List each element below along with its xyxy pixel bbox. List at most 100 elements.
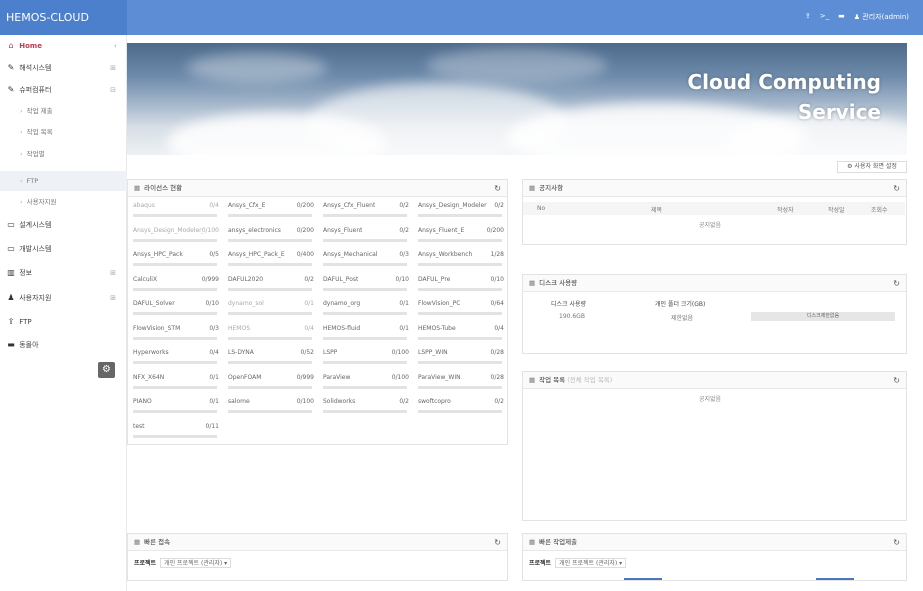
folder-icon[interactable]: ▬ bbox=[838, 12, 845, 22]
upload-icon[interactable]: ⇪ bbox=[805, 12, 811, 22]
sidebar-subitem-job-submit[interactable]: › 작업 제출 bbox=[0, 101, 127, 121]
panel-title: 디스크 사용량 bbox=[539, 279, 578, 287]
monitor-icon: ▭ bbox=[7, 220, 15, 229]
license-usage-bar bbox=[418, 238, 502, 242]
license-count: 0/100 bbox=[201, 226, 219, 234]
gear-icon: ⚙ bbox=[102, 364, 111, 375]
sidebar-item-supercomputer[interactable]: ✎ 슈퍼컴퓨터 ⊟ bbox=[0, 79, 127, 101]
project-label: 프로젝트 bbox=[529, 560, 552, 567]
license-item: FlowVision_PC 0/64 bbox=[418, 300, 506, 320]
sidebar-subitem-job-type[interactable]: › 작업별 bbox=[0, 144, 127, 164]
license-item: LSPP 0/100 bbox=[323, 349, 411, 369]
sidebar-item-home[interactable]: ⌂ Home bbox=[0, 35, 127, 57]
user-icon: ♟ bbox=[853, 13, 861, 21]
license-name: dynamo_sol bbox=[228, 300, 264, 307]
edit-icon: ✎ bbox=[7, 85, 15, 94]
user-label: 관리자(admin) bbox=[862, 13, 909, 21]
license-item: Ansys_Design_Modeler 0/2 bbox=[418, 202, 506, 222]
license-name: DAFUL_Post bbox=[323, 275, 359, 283]
refresh-icon[interactable]: ↻ bbox=[893, 275, 900, 292]
license-name: Ansys_HPC_Pack_E bbox=[228, 251, 285, 258]
license-count: 0/1 bbox=[209, 373, 219, 381]
license-count: 0/28 bbox=[490, 349, 504, 356]
disk-panel: ▦ 디스크 사용량 ↻ 디스크 사용량 개인 폴더 크기(GB) 190.6GB 제… bbox=[522, 274, 907, 354]
home-icon: ⌂ bbox=[8, 41, 14, 50]
license-name: DAFUL_Solver bbox=[133, 300, 175, 307]
user-menu[interactable]: ♟ 관리자(admin) bbox=[854, 12, 909, 22]
license-usage-bar bbox=[323, 410, 407, 413]
sidebar-item-design[interactable]: ▭ 설계시스템 bbox=[0, 214, 127, 236]
license-name: Ansys_Cfx_Fluent bbox=[323, 202, 376, 209]
sidebar-item-info[interactable]: ▥ 정보 ⊞ bbox=[0, 262, 127, 284]
brand-logo[interactable]: HEMOS-CLOUD bbox=[0, 0, 127, 35]
license-item: test 0/11 bbox=[133, 423, 221, 443]
license-count: 0/2 bbox=[399, 202, 409, 209]
license-count: 0/200 bbox=[296, 226, 314, 234]
sidebar-subitem-job-list[interactable]: › 작업 목록 bbox=[0, 122, 127, 142]
license-usage-bar bbox=[228, 336, 312, 340]
settings-gear-button[interactable]: ⚙ bbox=[98, 362, 115, 378]
sidebar-item-ftp[interactable]: ⇪ FTP bbox=[0, 311, 127, 333]
refresh-icon[interactable]: ↻ bbox=[494, 180, 501, 197]
upload-icon: ⇪ bbox=[7, 317, 15, 326]
license-name: LSPP_WIN bbox=[418, 349, 448, 356]
license-panel: ▦ 라이선스 현황 ↻ abaqus 0/4 Ansys_Cfx_E 0/200 Ansys… bbox=[127, 179, 508, 445]
license-count: 0/5 bbox=[209, 251, 219, 258]
license-item: DAFUL_Post 0/10 bbox=[323, 276, 411, 296]
license-usage-bar bbox=[228, 410, 312, 413]
sidebar-item-support[interactable]: ♟ 사용자지원 ⊞ bbox=[0, 287, 127, 309]
license-name: LS-DYNA bbox=[228, 349, 254, 356]
sidebar-item-dev[interactable]: ▭ 개발시스템 bbox=[0, 238, 127, 260]
license-name: Solidworks bbox=[323, 398, 356, 405]
terminal-icon[interactable]: >_ bbox=[820, 12, 829, 22]
folder-icon: ▬ bbox=[7, 340, 15, 349]
license-count: 0/100 bbox=[296, 398, 314, 405]
sidebar-subitem-user-support[interactable]: › 사용자지원 bbox=[0, 192, 127, 212]
license-count: 0/11 bbox=[205, 422, 219, 430]
sidebar-subitem-ftp[interactable]: › FTP bbox=[0, 171, 127, 191]
license-count: 0/1 bbox=[209, 398, 219, 405]
license-item: ansys_electronics 0/200 bbox=[228, 227, 316, 247]
sidebar-item-label: 사용자지원 bbox=[26, 198, 57, 206]
license-item: Ansys_Mechanical 0/3 bbox=[323, 251, 411, 271]
job-list-panel-header: ▦ 작업 목록 (전체 작업 목록) ↻ bbox=[523, 372, 906, 389]
banner-title: Cloud Computing Service bbox=[687, 67, 881, 127]
column-header: 디스크 사용량 bbox=[551, 301, 587, 308]
chevron-right-icon: › bbox=[20, 128, 23, 136]
refresh-icon[interactable]: ↻ bbox=[494, 534, 501, 551]
project-select[interactable]: 개인 프로젝트 (관리자) ▾ bbox=[555, 558, 627, 568]
license-item: Ansys_HPC_Pack 0/5 bbox=[133, 251, 221, 271]
license-item: DAFUL2020 0/2 bbox=[228, 276, 316, 296]
expand-icon: ⊞ bbox=[110, 269, 116, 277]
license-name: swoftcopro bbox=[418, 398, 451, 405]
license-count: 0/999 bbox=[201, 275, 219, 283]
license-count: 0/10 bbox=[395, 275, 409, 283]
refresh-icon[interactable]: ↻ bbox=[893, 180, 900, 197]
refresh-icon[interactable]: ↻ bbox=[893, 534, 900, 551]
license-usage-bar bbox=[228, 263, 312, 266]
license-name: Hyperworks bbox=[133, 349, 169, 356]
empty-job-text: 공지없음 bbox=[699, 396, 722, 403]
user-screen-setting-button[interactable]: ⚙ 사용자 화면 설정 bbox=[837, 161, 907, 173]
license-usage-bar bbox=[133, 238, 217, 242]
notice-table-header: No 제목 작성자 작성일 조회수 bbox=[523, 202, 905, 215]
license-count: 0/200 bbox=[486, 226, 504, 234]
license-usage-bar bbox=[418, 263, 502, 266]
sidebar-item-folder[interactable]: ▬ 동몰아 bbox=[0, 334, 127, 356]
license-usage-bar bbox=[418, 385, 502, 389]
panel-title: 공지사항 bbox=[539, 184, 564, 192]
license-usage-bar bbox=[418, 336, 502, 340]
license-count: 0/64 bbox=[490, 300, 504, 307]
table-icon: ▦ bbox=[134, 184, 141, 192]
sidebar-item-label: 설계시스템 bbox=[19, 221, 52, 229]
license-usage-bar bbox=[323, 312, 407, 315]
license-name: test bbox=[133, 422, 145, 430]
license-name: NFX_X64N bbox=[133, 373, 165, 381]
refresh-icon[interactable]: ↻ bbox=[893, 372, 900, 389]
user-setting-label: 사용자 화면 설정 bbox=[854, 163, 897, 170]
license-count: 0/999 bbox=[296, 373, 314, 381]
sidebar-item-analysis[interactable]: ✎ 해석시스템 ⊞ bbox=[0, 57, 127, 79]
project-select[interactable]: 개인 프로젝트 (관리자) ▾ bbox=[160, 558, 232, 568]
license-count: 0/1 bbox=[399, 324, 409, 332]
license-name: Ansys_Design_Modeler_E bbox=[133, 226, 203, 234]
